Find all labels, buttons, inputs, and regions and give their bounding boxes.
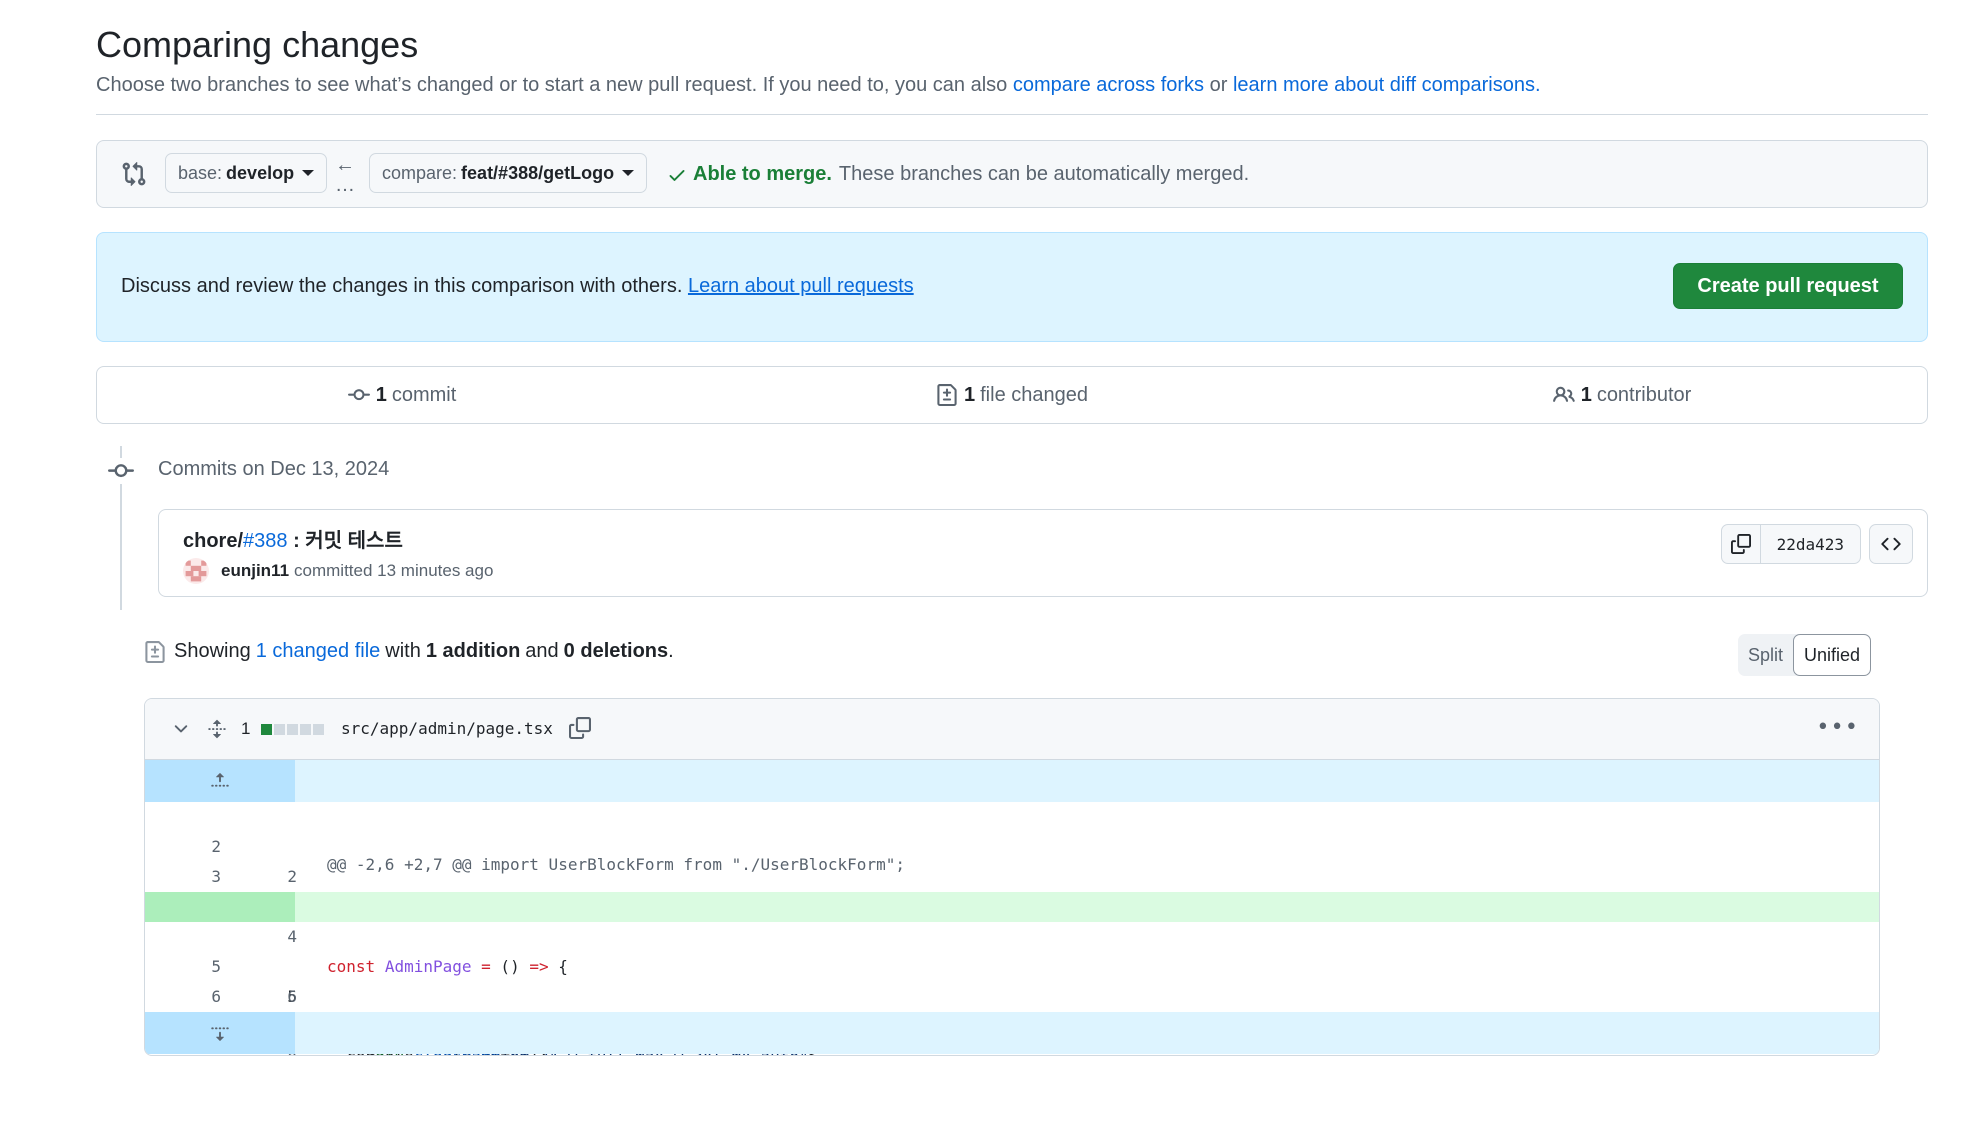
commit-title[interactable]: chore/#388 : 커밋 테스트 (183, 524, 403, 553)
browse-code-button[interactable] (1869, 524, 1913, 564)
commit-sha-button[interactable]: 22da423 (1760, 524, 1861, 564)
issue-link[interactable]: #388 (243, 530, 288, 552)
hunk-header-row: @@ -2,6 +2,7 @@ import UserBlockForm fro… (145, 760, 1879, 874)
file-diff-icon (937, 384, 957, 406)
deletions-count: 0 deletions (563, 640, 669, 662)
numbers-summary: 1 commit 1 file changed 1 contributor (96, 366, 1928, 424)
commit-author[interactable]: eunjin11 (221, 561, 289, 581)
git-commit-icon (347, 389, 370, 401)
contributors-label: contributor (1596, 383, 1692, 406)
diffstat-block-added (261, 724, 272, 735)
commit-item: chore/#388 : 커밋 테스트 eunjin11 committed 1… (158, 509, 1928, 597)
merge-status-detail: These branches can be automatically merg… (838, 163, 1250, 185)
range-editor: base: develop ←… compare: feat/#388/getL… (96, 140, 1928, 208)
diff-line: 7 8 <UserRoleChangeForm /> (145, 982, 1879, 1055)
diff-line: 5 6 return ( (145, 922, 1879, 1036)
commits-count: 1 (375, 383, 387, 406)
learn-pull-requests-link[interactable]: Learn about pull requests (688, 275, 914, 297)
subtitle-or: or (1209, 74, 1228, 96)
kebab-horizontal-icon[interactable]: ••• (1816, 715, 1859, 740)
base-label: base: (178, 162, 223, 183)
diffstat-block-neutral (313, 724, 324, 735)
file-path[interactable]: src/app/admin/page.tsx (341, 719, 553, 738)
learn-diff-comparisons-link[interactable]: learn more about diff comparisons. (1233, 74, 1541, 96)
diffstat-block-neutral (274, 724, 285, 735)
commits-tab[interactable]: 1 commit (97, 367, 707, 423)
file-header: 1 src/app/admin/page.tsx ••• (145, 699, 1879, 760)
diff-view-toggle: Split Unified (1738, 634, 1872, 676)
caret-down-icon (622, 170, 635, 176)
diff-line: 6 7 <div className="m-24 w-full max-w-3x… (145, 952, 1879, 1055)
contributors-tab[interactable]: 1 contributor (1317, 367, 1927, 423)
code-icon (1881, 537, 1901, 551)
commits-date-heading: Commits on Dec 13, 2024 (158, 458, 390, 480)
file-diff: 1 src/app/admin/page.tsx ••• @@ -2,6 +2,… (144, 698, 1880, 1056)
diff-body: @@ -2,6 +2,7 @@ import UserBlockForm fro… (145, 760, 1879, 1055)
caret-down-icon (302, 170, 315, 176)
additions-count: 1 addition (425, 640, 521, 662)
git-compare-icon (121, 161, 147, 187)
people-icon (1552, 386, 1575, 402)
commit-actions: 22da423 (1720, 524, 1913, 564)
commit-title-prefix: chore/ (183, 530, 244, 552)
compare-branch-name: feat/#388/getLogo (461, 162, 615, 183)
diff-line: 2 2 import UserRoleChangeForm from "./Us… (145, 802, 1879, 916)
fold-up-icon[interactable] (145, 760, 295, 802)
page-subtitle: Choose two branches to see what’s change… (96, 74, 1541, 97)
copy-icon[interactable] (569, 717, 591, 743)
banner-text: Discuss and review the changes in this c… (121, 275, 914, 298)
commits-label: commit (391, 383, 457, 406)
diffstat-block-neutral (287, 724, 298, 735)
base-branch-select[interactable]: base: develop (165, 153, 328, 193)
expand-below-row (145, 1012, 1879, 1054)
diff-line: 3 3 (145, 832, 1879, 916)
and-label: and (525, 640, 559, 662)
banner-message: Discuss and review the changes in this c… (121, 275, 683, 297)
compare-branch-select[interactable]: compare: feat/#388/getLogo (369, 153, 648, 193)
compare-label: compare: (382, 162, 458, 183)
file-change-count: 1 (241, 719, 251, 738)
merge-status: Able to merge. These branches can be aut… (667, 163, 1249, 186)
commit-meta: eunjin11 committed 13 minutes ago (183, 558, 493, 584)
create-pull-request-button[interactable]: Create pull request (1673, 263, 1903, 309)
diff-line-addition: 5 + console.log("admin"); (145, 892, 1879, 1055)
addition-gutter (145, 892, 295, 922)
unified-view-button[interactable]: Unified (1793, 634, 1872, 676)
subtitle-text: Choose two branches to see what’s change… (96, 74, 1008, 96)
fold-down-icon[interactable] (145, 1012, 295, 1054)
with-label: with (385, 640, 421, 662)
showing-label: Showing (174, 640, 251, 662)
commit-time: committed 13 minutes ago (294, 561, 494, 580)
split-view-button[interactable]: Split (1738, 634, 1793, 676)
git-commit-icon (108, 458, 134, 484)
period: . (668, 640, 674, 662)
divider (96, 114, 1928, 115)
commit-title-suffix: : 커밋 테스트 (287, 530, 403, 552)
page-title: Comparing changes (96, 24, 419, 65)
files-label: file changed (980, 383, 1088, 406)
diffstat-block-neutral (300, 724, 311, 735)
compare-across-forks-link[interactable]: compare across forks (1013, 74, 1204, 96)
base-branch-name: develop (226, 162, 295, 183)
chevron-down-icon[interactable] (171, 719, 191, 743)
diffstat (261, 724, 324, 735)
avatar[interactable] (183, 558, 209, 584)
diff-summary: Showing 1 changed file with 1 addition a… (144, 640, 674, 663)
file-diff-icon (145, 640, 165, 663)
arrow-left-icon: ←… (335, 154, 355, 196)
create-pr-banner: Discuss and review the changes in this c… (96, 232, 1928, 342)
copy-sha-button[interactable] (1720, 524, 1761, 564)
copy-icon (1730, 534, 1751, 554)
files-changed-tab[interactable]: 1 file changed (707, 367, 1317, 423)
diff-line: 4 4 const AdminPage = () => { (145, 862, 1879, 976)
contributors-count: 1 (1580, 383, 1592, 406)
check-icon (667, 165, 687, 185)
changed-files-link[interactable]: 1 changed file (256, 640, 381, 663)
merge-status-label: Able to merge. (693, 163, 832, 185)
files-count: 1 (964, 383, 976, 406)
unfold-icon[interactable] (207, 717, 227, 745)
